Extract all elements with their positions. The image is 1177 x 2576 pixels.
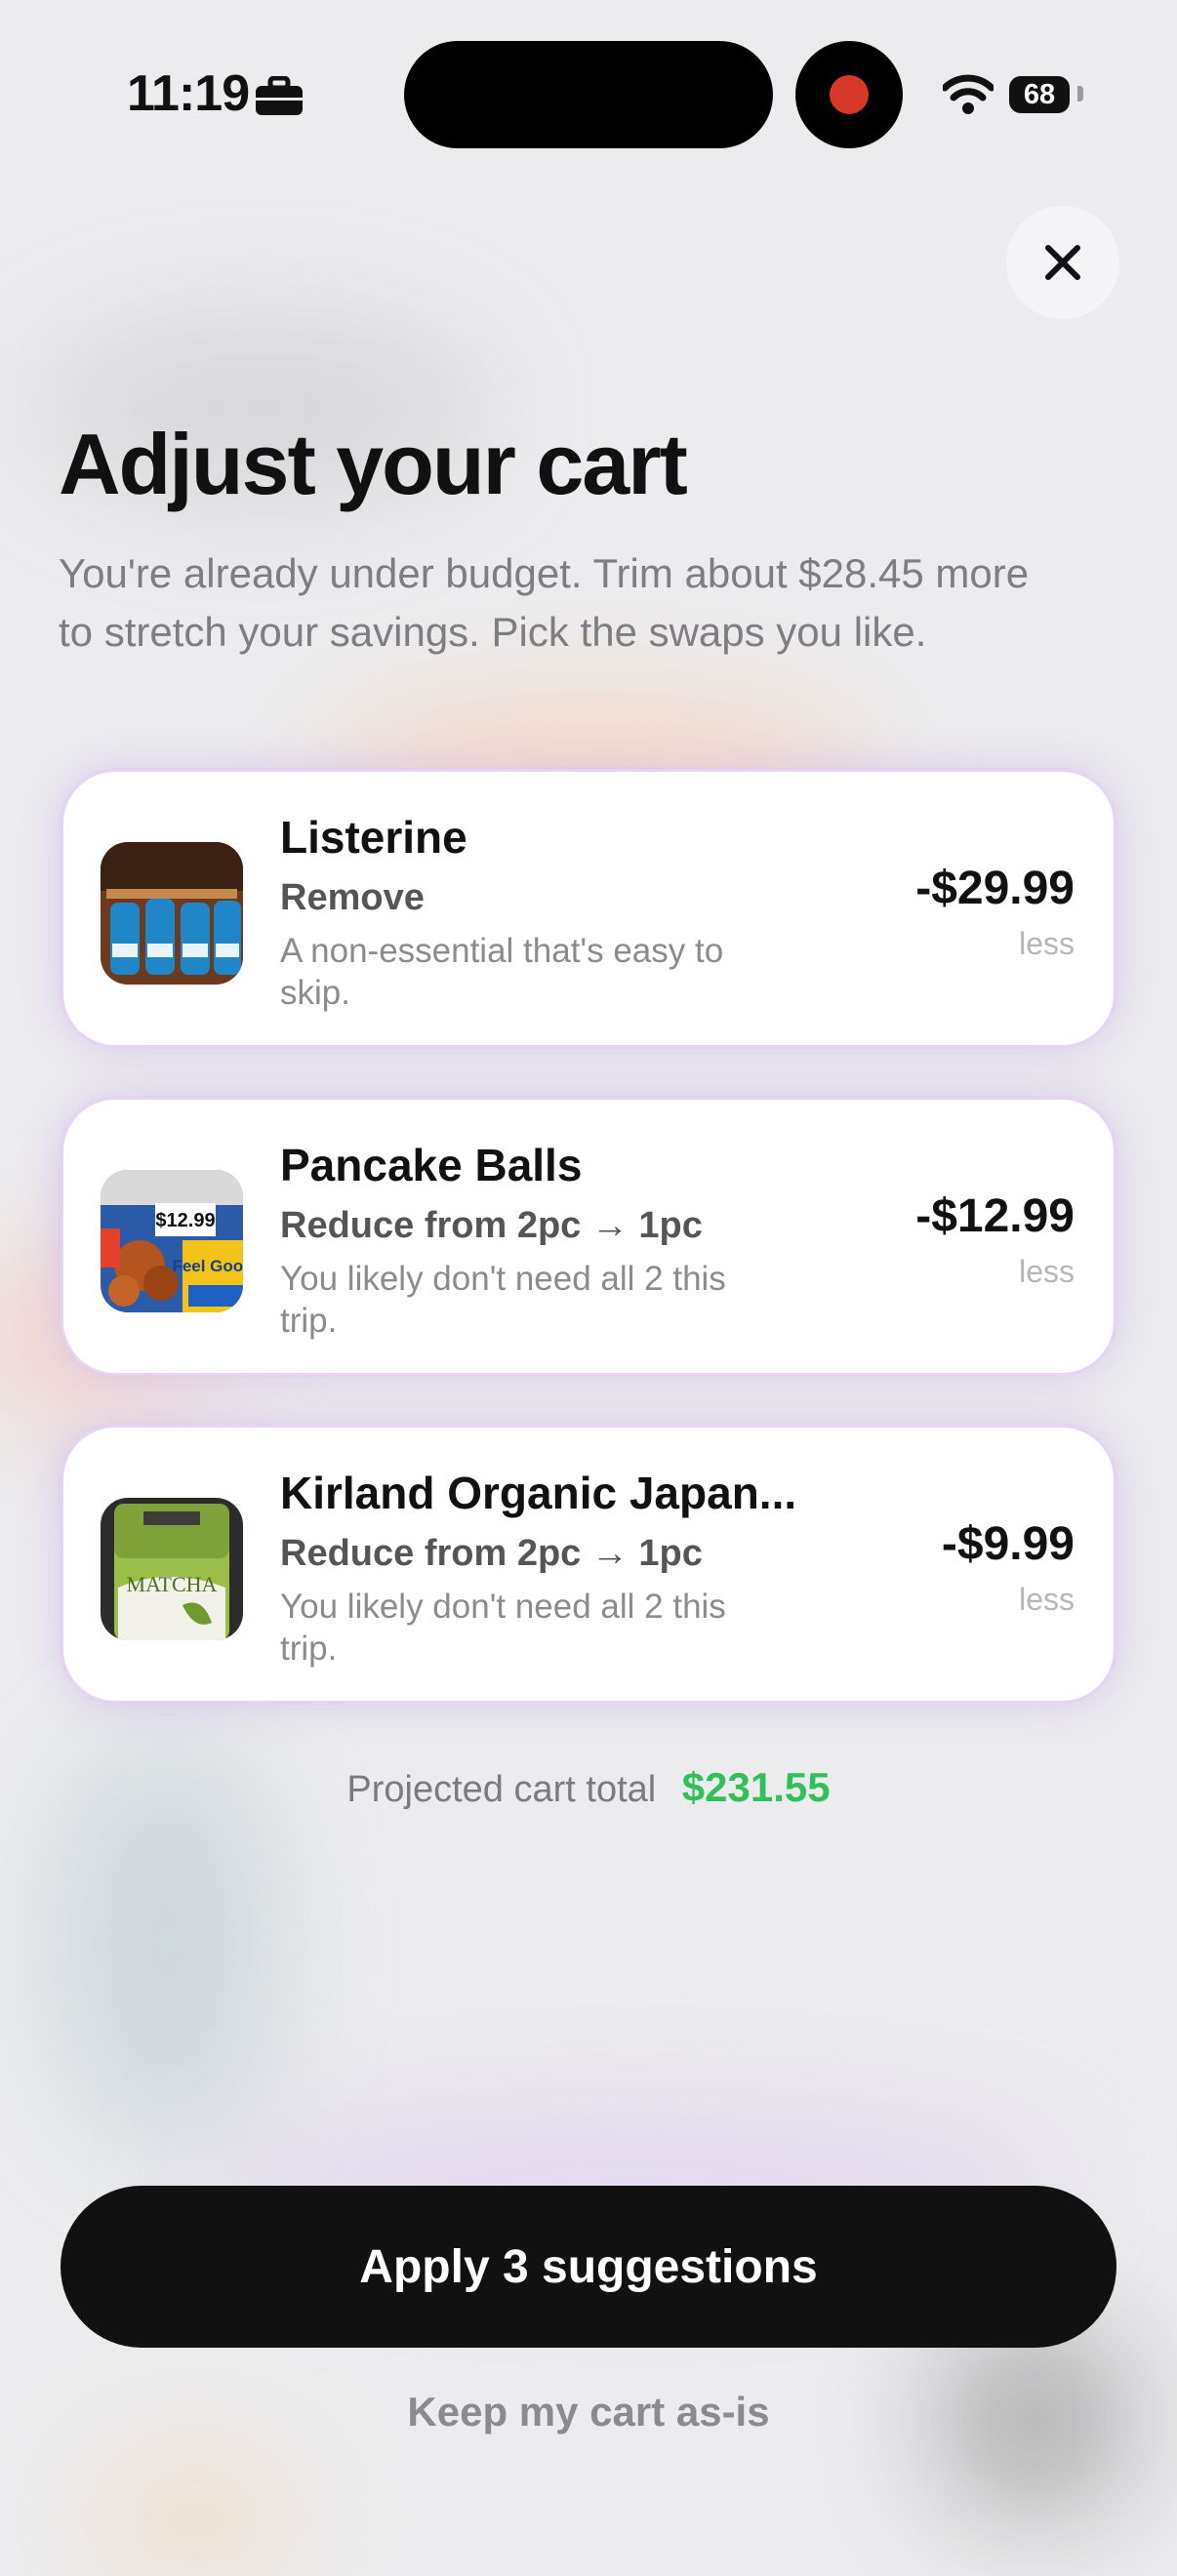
savings-amount: -$29.99: [915, 863, 1075, 914]
wifi-icon: [943, 74, 994, 114]
projected-total-amount: $231.55: [681, 1764, 831, 1810]
product-name: Listerine: [280, 812, 467, 863]
close-icon: [1045, 245, 1080, 280]
suggestion-reason: A non-essential that's easy to skip.: [280, 932, 724, 1012]
background-blur: [98, 2459, 293, 2576]
suggestion-card-kirkland-matcha[interactable]: MATCHA Kirland Organic Japan... Reduce f…: [61, 1425, 1116, 1704]
savings-amount: -$12.99: [915, 1190, 1075, 1242]
projected-total: Projected cart total $231.55: [0, 1764, 1177, 1811]
product-image-listerine: [101, 842, 243, 985]
suggestion-action: Reduce from 2pc → 1pc: [280, 1533, 703, 1574]
battery-cap: [1077, 86, 1083, 101]
savings-caption: less: [1019, 1582, 1075, 1617]
briefcase-icon: [256, 76, 303, 115]
projected-total-label: Projected cart total: [346, 1769, 657, 1810]
battery-indicator: 68: [1009, 76, 1070, 113]
savings-caption: less: [1019, 1254, 1075, 1289]
suggestion-card-listerine[interactable]: Listerine Remove A non-essential that's …: [61, 769, 1116, 1048]
close-button[interactable]: [1005, 205, 1120, 320]
product-name: Pancake Balls: [280, 1140, 583, 1190]
package-text: Feel Good: [172, 1257, 243, 1275]
savings-amount: -$9.99: [941, 1518, 1075, 1570]
product-name: Kirland Organic Japan...: [280, 1468, 797, 1518]
apply-suggestions-button[interactable]: Apply 3 suggestions: [61, 2186, 1116, 2348]
keep-cart-button[interactable]: Keep my cart as-is: [0, 2389, 1177, 2435]
suggestion-action: Reduce from 2pc → 1pc: [280, 1205, 703, 1246]
product-image-pancake-balls: $12.99 Feel Good: [101, 1170, 243, 1312]
product-image-kirkland-matcha: MATCHA: [101, 1498, 243, 1640]
dynamic-island: [404, 41, 773, 148]
page-subtitle: You're already under budget. Trim about …: [59, 550, 1030, 655]
package-text: MATCHA: [127, 1572, 218, 1596]
suggestion-action: Remove: [280, 877, 425, 918]
status-time: 11:19: [127, 65, 250, 122]
suggestion-reason: You likely don't need all 2 this trip.: [280, 1260, 726, 1340]
suggestion-reason: You likely don't need all 2 this trip.: [280, 1588, 726, 1668]
suggestion-card-pancake-balls[interactable]: $12.99 Feel Good Pancake Balls Reduce fr…: [61, 1097, 1116, 1376]
price-tag-text: $12.99: [155, 1210, 215, 1231]
page-title: Adjust your cart: [59, 416, 688, 512]
record-dot-icon: [830, 75, 869, 114]
savings-caption: less: [1019, 926, 1075, 961]
